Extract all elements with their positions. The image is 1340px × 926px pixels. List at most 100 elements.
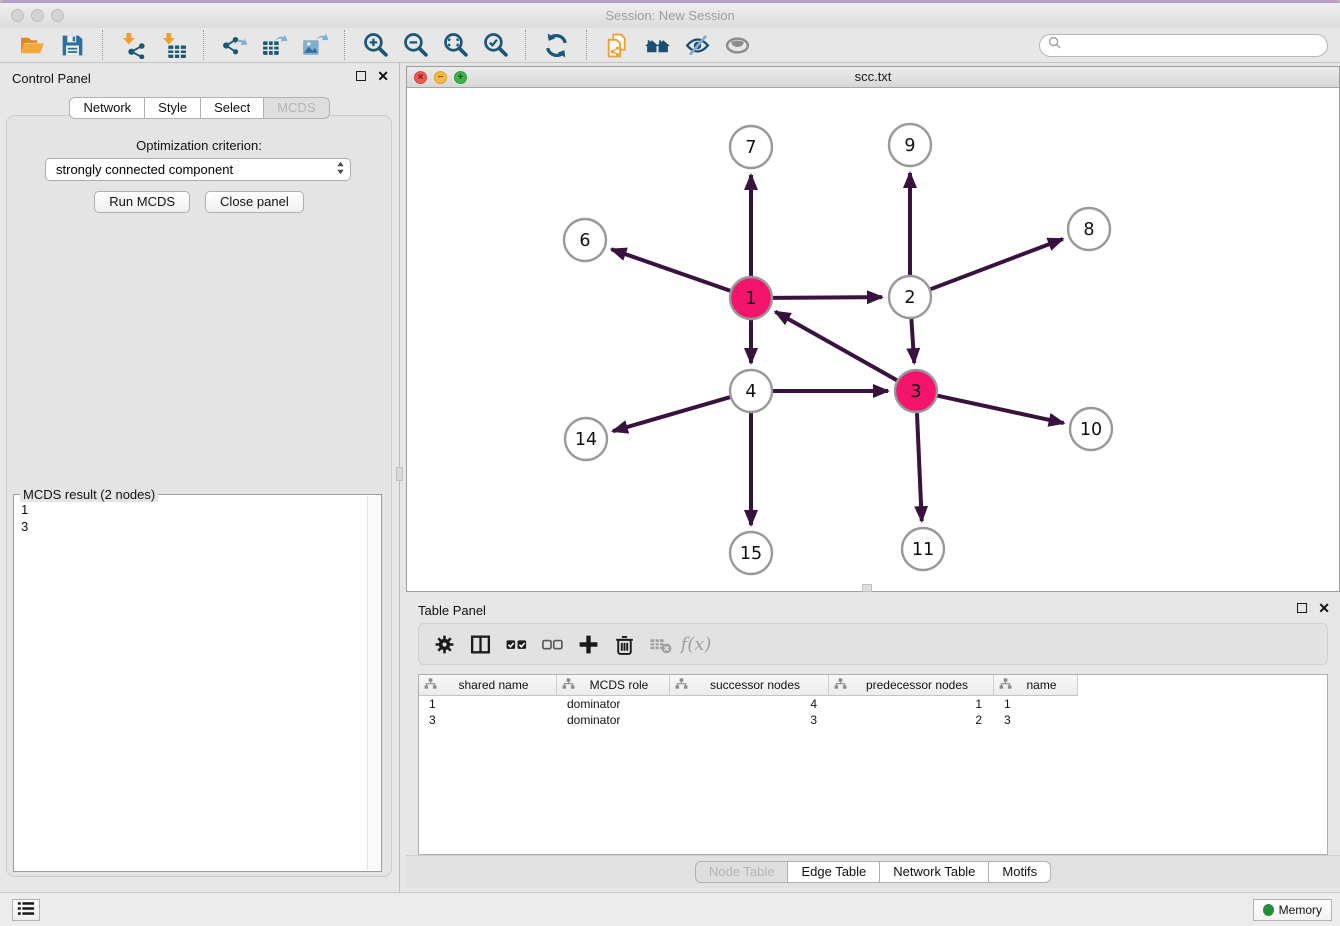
column-header-successor-nodes[interactable]: successor nodes [670, 675, 829, 696]
network-window-titlebar[interactable]: × − + scc.txt [407, 67, 1339, 88]
zoom-out-button[interactable] [399, 30, 431, 60]
export-network-button[interactable] [218, 30, 250, 60]
save-session-button[interactable] [56, 30, 88, 60]
zoom-fit-button[interactable] [439, 30, 471, 60]
graph-edge-3-1[interactable] [775, 312, 896, 380]
graph-edge-2-8[interactable] [931, 239, 1063, 289]
cell-name[interactable]: 3 [994, 712, 1078, 728]
close-table-panel-button[interactable]: ✕ [1318, 603, 1330, 613]
tab-select[interactable]: Select [201, 97, 264, 119]
graph-node-15[interactable]: 15 [730, 532, 772, 574]
import-network-button[interactable] [117, 30, 149, 60]
graph-node-4[interactable]: 4 [730, 370, 772, 412]
cell-name[interactable]: 1 [994, 696, 1078, 712]
graph-node-14[interactable]: 14 [565, 418, 607, 460]
graph-edge-1-6[interactable] [611, 249, 730, 291]
zoom-in-button[interactable] [359, 30, 391, 60]
graph-edge-1-2[interactable] [773, 297, 882, 298]
column-header-name[interactable]: name [994, 675, 1078, 696]
cell-successor-nodes[interactable]: 4 [670, 696, 829, 712]
close-panel-button[interactable]: Close panel [205, 191, 304, 213]
zoom-window-button[interactable] [51, 9, 64, 22]
search-box[interactable] [1039, 34, 1328, 57]
table-settings-button[interactable] [429, 629, 459, 659]
table-toolbar: f(x) [418, 623, 1328, 665]
task-history-button[interactable] [12, 899, 40, 921]
column-layout-button[interactable] [465, 629, 495, 659]
minimize-window-button[interactable] [31, 9, 44, 22]
vertical-splitter-grip[interactable] [396, 467, 403, 481]
delete-row-button[interactable] [609, 629, 639, 659]
table-row[interactable]: 3dominator323 [419, 712, 1327, 728]
graph-node-11[interactable]: 11 [902, 528, 944, 570]
graph-node-1[interactable]: 1 [730, 277, 772, 319]
graph-node-2[interactable]: 2 [889, 276, 931, 318]
tab-network-table[interactable]: Network Table [880, 861, 989, 883]
show-graphics-details-button[interactable] [721, 30, 753, 60]
minimize-network-button[interactable]: − [434, 71, 447, 84]
graph-node-9[interactable]: 9 [889, 124, 931, 166]
graph-edge-3-10[interactable] [937, 396, 1063, 423]
maximize-network-button[interactable]: + [454, 71, 467, 84]
graph-edge-4-14[interactable] [613, 397, 730, 431]
export-image-button[interactable] [298, 30, 330, 60]
window-titlebar[interactable]: Session: New Session [0, 3, 1340, 28]
table-row[interactable]: 1dominator411 [419, 696, 1327, 712]
tab-style[interactable]: Style [145, 97, 201, 119]
refresh-button[interactable] [540, 30, 572, 60]
float-table-panel-button[interactable] [1297, 603, 1307, 613]
refresh-icon [543, 32, 570, 59]
graph-node-3[interactable]: 3 [895, 370, 937, 412]
cell-shared-name[interactable]: 3 [419, 712, 557, 728]
select-all-button[interactable] [501, 629, 531, 659]
graph-edge-3-11[interactable] [917, 413, 922, 521]
graph-node-10[interactable]: 10 [1070, 408, 1112, 450]
run-mcds-button[interactable]: Run MCDS [94, 191, 190, 213]
home-button[interactable] [641, 30, 673, 60]
cell-successor-nodes[interactable]: 3 [670, 712, 829, 728]
import-table-button[interactable] [157, 30, 189, 60]
new-network-from-selection-button[interactable] [601, 30, 633, 60]
criterion-select[interactable]: strongly connected component [45, 158, 351, 181]
tab-mcds[interactable]: MCDS [264, 97, 329, 119]
cell-predecessor-nodes[interactable]: 1 [829, 696, 994, 712]
deselect-all-button[interactable] [537, 629, 567, 659]
float-panel-button[interactable] [356, 71, 366, 81]
save-session-icon [59, 32, 86, 59]
graph-edge-2-3[interactable] [911, 319, 914, 363]
zoom-selected-button[interactable] [479, 30, 511, 60]
result-scrollbar[interactable] [367, 496, 380, 870]
close-panel-icon-button[interactable]: ✕ [377, 71, 389, 81]
search-input[interactable] [1066, 38, 1319, 53]
column-layout-icon [469, 633, 492, 656]
graph-node-label: 9 [904, 136, 915, 156]
horizontal-splitter-handle[interactable] [862, 584, 872, 592]
cell-predecessor-nodes[interactable]: 2 [829, 712, 994, 728]
column-header-shared-name[interactable]: shared name [419, 675, 557, 696]
tab-node-table[interactable]: Node Table [695, 861, 789, 883]
tab-motifs[interactable]: Motifs [989, 861, 1051, 883]
graph-node-8[interactable]: 8 [1068, 208, 1110, 250]
memory-button[interactable]: Memory [1253, 899, 1332, 921]
graph-node-6[interactable]: 6 [564, 219, 606, 261]
graph-node-7[interactable]: 7 [730, 126, 772, 168]
cell-mcds-role[interactable]: dominator [557, 696, 670, 712]
tab-edge-table[interactable]: Edge Table [788, 861, 880, 883]
control-panel-header: Control Panel ✕ [0, 63, 399, 91]
mcds-result-list[interactable]: 13 [16, 499, 365, 869]
export-table-button[interactable] [258, 30, 290, 60]
cell-mcds-role[interactable]: dominator [557, 712, 670, 728]
open-session-button[interactable] [16, 30, 48, 60]
column-header-mcds-role[interactable]: MCDS role [557, 675, 670, 696]
tab-network[interactable]: Network [69, 97, 145, 119]
cell-shared-name[interactable]: 1 [419, 696, 557, 712]
zoom-out-icon [402, 32, 429, 59]
add-row-button[interactable] [573, 629, 603, 659]
hide-graphics-details-button[interactable] [681, 30, 713, 60]
column-header-predecessor-nodes[interactable]: predecessor nodes [829, 675, 994, 696]
close-network-button[interactable]: × [414, 71, 427, 84]
zoom-selected-icon [482, 32, 509, 59]
close-window-button[interactable] [11, 9, 24, 22]
network-canvas[interactable]: 7 9 6 8 1 2 4 3 14 10 15 11 [407, 89, 1339, 591]
control-panel-tabs: NetworkStyleSelectMCDS [0, 97, 399, 119]
